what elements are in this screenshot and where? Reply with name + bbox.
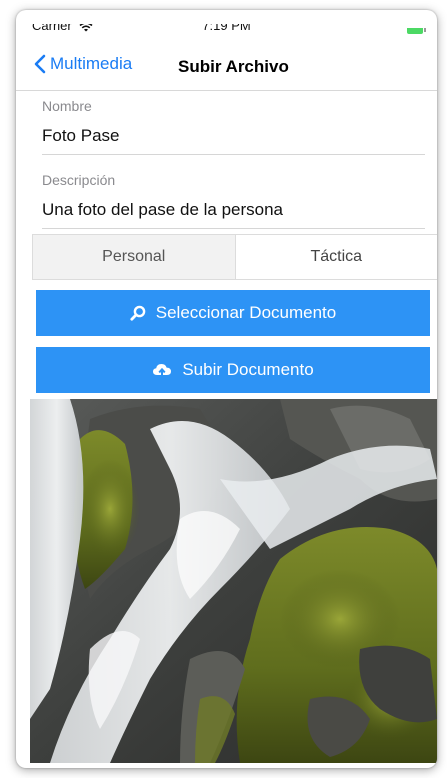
name-field[interactable]: Nombre Foto Pase — [42, 98, 425, 166]
search-icon — [130, 305, 146, 321]
select-document-button[interactable]: Seleccionar Documento — [36, 290, 430, 336]
chevron-left-icon — [34, 54, 46, 74]
waterfall-photo — [30, 399, 437, 763]
name-field-value[interactable]: Foto Pase — [42, 126, 120, 146]
description-field-value[interactable]: Una foto del pase de la persona — [42, 200, 283, 220]
document-preview-image — [30, 399, 437, 763]
navigation-bar: Multimedia Subir Archivo — [16, 42, 437, 91]
page-title: Subir Archivo — [178, 57, 289, 76]
name-field-label: Nombre — [42, 98, 92, 114]
upload-document-label: Subir Documento — [182, 360, 314, 379]
upload-document-button[interactable]: Subir Documento — [36, 347, 430, 393]
segment-tactica[interactable]: Táctica — [236, 235, 438, 279]
description-field-label: Descripción — [42, 172, 116, 188]
description-field-underline — [42, 228, 425, 229]
status-bar: Carrier 7:19 PM — [16, 10, 437, 42]
description-field[interactable]: Descripción Una foto del pase de la pers… — [42, 172, 425, 234]
name-field-underline — [42, 154, 425, 155]
select-document-label: Seleccionar Documento — [155, 303, 337, 322]
back-button-label: Multimedia — [50, 54, 133, 73]
status-time: 7:19 PM — [202, 18, 251, 33]
phone-screen: Carrier 7:19 PM Multimedia Subir Archivo… — [16, 10, 437, 768]
back-button[interactable]: Multimedia — [34, 54, 132, 74]
cloud-upload-icon — [153, 364, 172, 377]
segment-personal[interactable]: Personal — [33, 235, 236, 279]
category-segmented-control: Personal Táctica — [32, 234, 437, 280]
battery-tip — [424, 28, 426, 32]
